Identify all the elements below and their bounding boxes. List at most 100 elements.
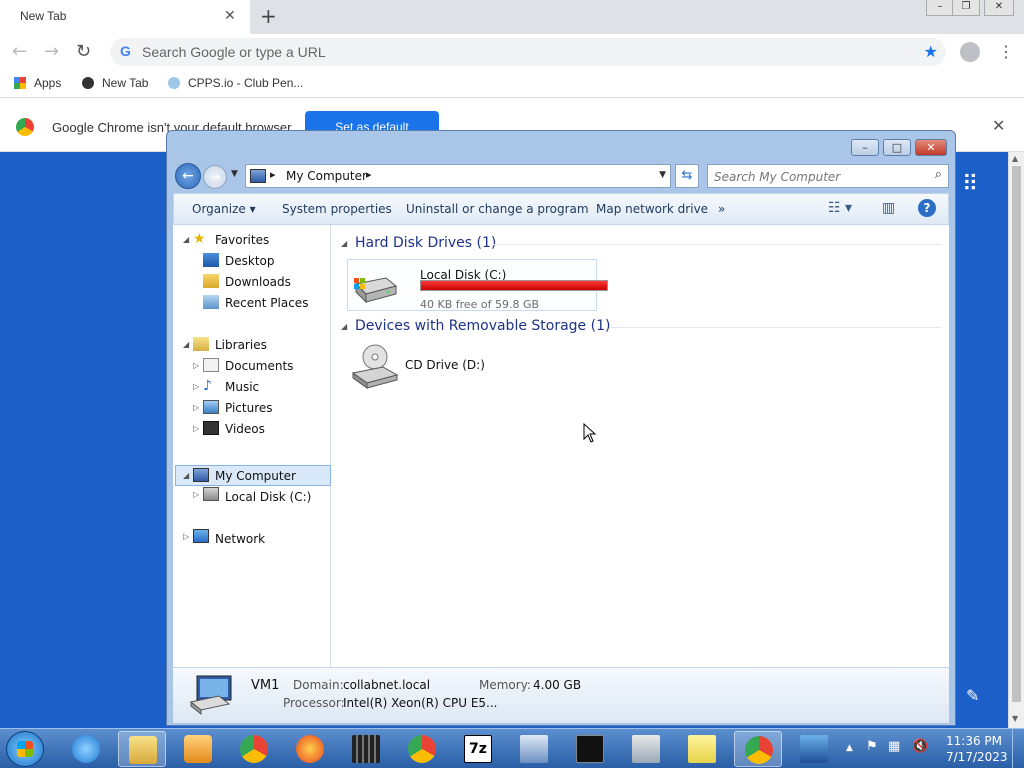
collapse-icon[interactable]: ▷ (183, 532, 189, 541)
taskbar-internet-explorer[interactable] (62, 731, 110, 767)
bookmark-apps[interactable]: Apps (14, 76, 61, 90)
bookmark-star-icon[interactable]: ★ (924, 42, 938, 61)
action-center-flag-icon[interactable]: ⚑ (866, 739, 878, 754)
explorer-forward-button[interactable]: → (203, 165, 227, 189)
uninstall-program-button[interactable]: Uninstall or change a program (406, 202, 589, 216)
start-button[interactable] (6, 731, 44, 767)
show-desktop-button[interactable] (1012, 729, 1024, 768)
taskbar-media-player[interactable] (174, 731, 222, 767)
back-arrow-icon[interactable]: ← (12, 41, 27, 62)
taskbar-chrome-1[interactable] (230, 731, 278, 767)
forward-arrow-icon[interactable]: → (44, 41, 59, 62)
chrome-close-button[interactable]: ✕ (984, 0, 1014, 16)
explorer-search[interactable]: ⌕ (707, 164, 949, 188)
expand-icon[interactable]: ◢ (183, 235, 189, 244)
network-tray-icon[interactable]: ▦ (888, 739, 900, 754)
nav-recent-places[interactable]: Recent Places (225, 296, 308, 310)
nav-videos[interactable]: Videos (225, 422, 265, 436)
explorer-maximize-button[interactable]: □ (883, 139, 911, 156)
chevron-right-icon[interactable]: ▸ (366, 168, 372, 181)
omnibox-input[interactable] (142, 41, 902, 63)
preview-pane-icon[interactable]: ▥ (882, 200, 895, 216)
scroll-up-icon[interactable]: ▲ (1012, 154, 1018, 163)
more-commands-button[interactable]: » (718, 202, 725, 216)
bookmark-cpps[interactable]: CPPS.io - Club Pen... (168, 76, 303, 90)
taskbar-chrome-active[interactable] (734, 731, 782, 767)
nav-music[interactable]: Music (225, 380, 259, 394)
group-collapse-icon[interactable]: ◢ (341, 322, 347, 331)
explorer-back-button[interactable]: ← (175, 163, 201, 189)
organize-button[interactable]: Organize ▾ (192, 202, 256, 216)
cd-drive-icon[interactable] (351, 343, 399, 389)
chrome-menu-icon[interactable]: ⋮ (998, 42, 1014, 61)
nav-my-computer[interactable]: My Computer (215, 469, 296, 483)
nav-local-disk[interactable]: Local Disk (C:) (225, 490, 311, 504)
history-dropdown-icon[interactable]: ▼ (231, 169, 238, 179)
refresh-button[interactable]: ⇆ (675, 164, 699, 188)
collapse-icon[interactable]: ▷ (193, 490, 199, 499)
group-removable-storage[interactable]: Devices with Removable Storage (1) (355, 318, 610, 334)
chevron-right-icon[interactable]: ▸ (270, 168, 276, 181)
search-icon[interactable]: ⌕ (935, 167, 942, 182)
explorer-titlebar[interactable]: – □ ✕ (167, 131, 955, 161)
nav-network[interactable]: Network (215, 532, 265, 546)
customize-pen-icon[interactable]: ✎ (966, 686, 979, 705)
group-collapse-icon[interactable]: ◢ (341, 239, 347, 248)
collapse-icon[interactable]: ▷ (193, 382, 199, 391)
system-clock[interactable]: 11:36 PM 7/17/2023 (946, 733, 1008, 765)
tab-new-tab[interactable]: New Tab ✕ (0, 0, 250, 34)
tab-close-icon[interactable]: ✕ (224, 8, 236, 24)
explorer-minimize-button[interactable]: – (851, 139, 879, 156)
profile-avatar-icon[interactable] (960, 42, 980, 62)
scroll-thumb[interactable] (1012, 166, 1021, 702)
infobar-close-icon[interactable]: ✕ (992, 116, 1005, 135)
tray-expand-icon[interactable]: ▲ (846, 743, 853, 753)
nav-favorites[interactable]: Favorites (215, 233, 269, 247)
group-divider (493, 244, 941, 245)
computer-icon (189, 675, 232, 716)
nav-downloads[interactable]: Downloads (225, 275, 291, 289)
view-options-icon[interactable]: ☷ ▾ (828, 200, 852, 216)
nav-pictures[interactable]: Pictures (225, 401, 273, 415)
collapse-icon[interactable]: ▷ (193, 424, 199, 433)
taskbar-video-editor[interactable] (342, 731, 390, 767)
omnibox[interactable]: G ★ (110, 38, 946, 66)
new-tab-plus-icon[interactable]: + (260, 4, 277, 28)
explorer-search-input[interactable] (714, 168, 914, 186)
taskbar-chrome-2[interactable] (398, 731, 446, 767)
nav-documents[interactable]: Documents (225, 359, 293, 373)
address-bar[interactable]: ▸ My Computer ▸ ▼ (245, 164, 671, 188)
taskbar-firefox[interactable] (286, 731, 334, 767)
page-scrollbar[interactable]: ▲ ▼ (1008, 152, 1024, 728)
map-network-drive-button[interactable]: Map network drive (596, 202, 708, 216)
chrome-minimize-button[interactable]: – (926, 0, 954, 16)
nav-libraries[interactable]: Libraries (215, 338, 267, 352)
explorer-close-button[interactable]: ✕ (915, 139, 947, 156)
taskbar-remote-desktop[interactable] (790, 731, 838, 767)
expand-icon[interactable]: ◢ (183, 471, 189, 480)
drive-d-name[interactable]: CD Drive (D:) (405, 358, 485, 372)
collapse-icon[interactable]: ▷ (193, 361, 199, 370)
address-text[interactable]: My Computer (286, 169, 367, 183)
star-icon: ★ (193, 231, 206, 247)
collapse-icon[interactable]: ▷ (193, 403, 199, 412)
google-apps-icon[interactable]: ⠿ (962, 172, 978, 197)
volume-muted-icon[interactable]: 🔇 (912, 739, 928, 754)
system-properties-button[interactable]: System properties (282, 202, 392, 216)
chrome-restore-button[interactable]: ❐ (952, 0, 980, 16)
expand-icon[interactable]: ◢ (183, 340, 189, 349)
taskbar-sticky-notes[interactable] (678, 731, 726, 767)
taskbar-explorer[interactable] (118, 731, 166, 767)
help-icon[interactable]: ? (918, 199, 936, 217)
taskbar-command-prompt[interactable] (566, 731, 614, 767)
reload-icon[interactable]: ↻ (76, 41, 91, 62)
bookmark-new-tab[interactable]: New Tab (82, 76, 148, 90)
scroll-down-icon[interactable]: ▼ (1012, 714, 1018, 723)
address-dropdown-icon[interactable]: ▼ (659, 170, 666, 180)
taskbar-app-window[interactable] (510, 731, 558, 767)
drive-tile-c[interactable]: Local Disk (C:) 40 KB free of 59.8 GB (347, 259, 608, 311)
nav-desktop[interactable]: Desktop (225, 254, 275, 268)
taskbar-7zip[interactable]: 7z (454, 731, 502, 767)
group-hard-disk-drives[interactable]: Hard Disk Drives (1) (355, 235, 496, 251)
taskbar-calculator[interactable] (622, 731, 670, 767)
